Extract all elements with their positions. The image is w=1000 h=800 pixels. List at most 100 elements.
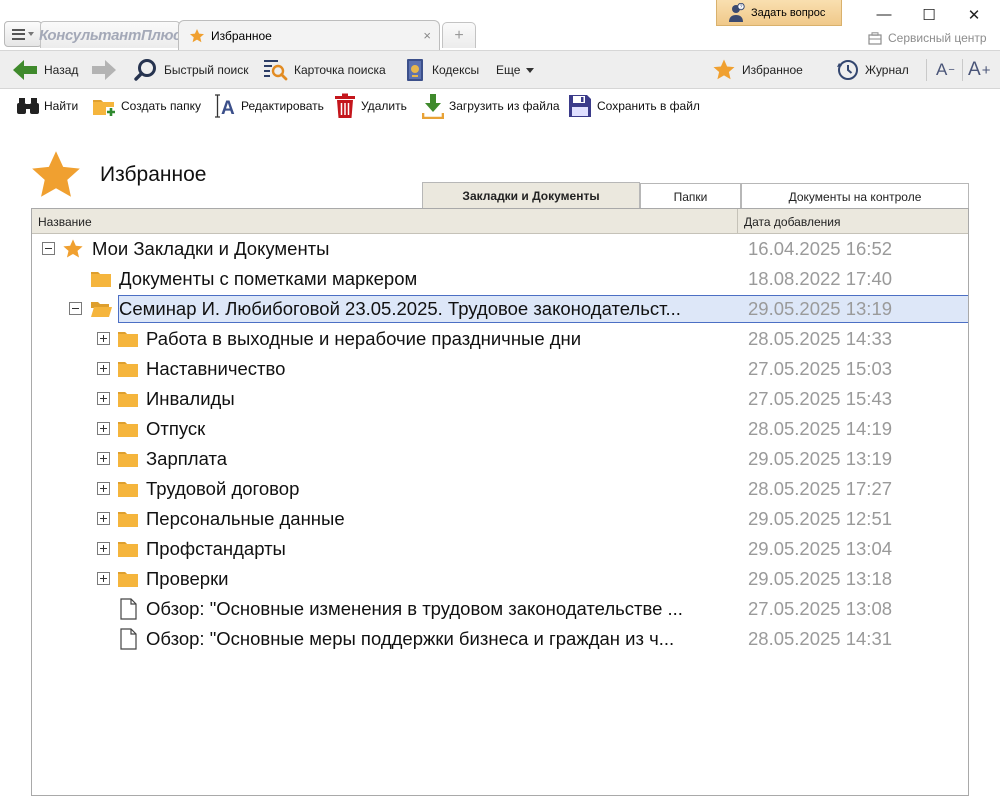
expand-toggle[interactable] [97, 542, 110, 555]
font-smaller-label: A [936, 60, 948, 79]
font-smaller-sign: − [948, 64, 955, 76]
tree-row[interactable]: Наставничество 27.05.2025 15:03 [32, 354, 968, 384]
find-button[interactable]: Найти [17, 89, 78, 123]
close-window-button[interactable]: ✕ [964, 6, 984, 24]
tree-item-date: 29.05.2025 13:19 [748, 298, 893, 319]
tree-row[interactable]: Персональные данные 29.05.2025 12:51 [32, 504, 968, 534]
font-larger-button[interactable]: A + [968, 51, 990, 89]
search-card-button[interactable]: Карточка поиска [263, 51, 386, 89]
tree-row[interactable]: Профстандарты 29.05.2025 13:04 [32, 534, 968, 564]
save-to-file-button[interactable]: Сохранить в файл [568, 89, 700, 123]
expand-toggle[interactable] [97, 362, 110, 375]
expand-toggle[interactable] [97, 332, 110, 345]
tab-bookmarks-documents[interactable]: Закладки и Документы [422, 182, 640, 209]
tree-row[interactable]: Трудовой договор 28.05.2025 17:27 [32, 474, 968, 504]
favorites-label: Избранное [742, 63, 803, 77]
more-menu-button[interactable]: Еще [496, 51, 535, 89]
tree-item-label: Отпуск [146, 418, 206, 439]
edit-label: Редактировать [241, 99, 324, 113]
hamburger-icon [12, 28, 25, 40]
folder-icon [118, 572, 138, 587]
more-label: Еще [496, 63, 521, 77]
tree-row[interactable]: Инвалиды 27.05.2025 15:43 [32, 384, 968, 414]
ask-question-button[interactable]: ? Задать вопрос [716, 0, 842, 26]
title-bar: КонсультантПлюс Избранное × + ? Задать в… [0, 0, 1000, 50]
tree-row[interactable]: Обзор: "Основные меры поддержки бизнеса … [32, 624, 968, 654]
chevron-down-icon [28, 32, 34, 36]
expand-toggle[interactable] [97, 452, 110, 465]
nav-toolbar: Назад Быстрый поиск Карточка поиска Коде… [0, 50, 1000, 89]
magnifier-icon [134, 59, 156, 81]
tree-row[interactable]: Отпуск 28.05.2025 14:19 [32, 414, 968, 444]
quick-search-button[interactable]: Быстрый поиск [134, 51, 248, 89]
new-folder-icon [93, 100, 116, 117]
delete-button[interactable]: Удалить [334, 89, 407, 123]
font-smaller-button[interactable]: A − [936, 51, 955, 89]
collapse-toggle[interactable] [42, 242, 55, 255]
journal-button[interactable]: Журнал [835, 51, 909, 89]
ask-question-label: Задать вопрос [751, 6, 826, 19]
maximize-button[interactable]: ☐ [919, 6, 939, 24]
favorites-button[interactable]: Избранное [712, 51, 803, 89]
folder-open-icon [91, 302, 112, 317]
download-arrow-icon [422, 94, 444, 119]
tree-item-label: Персональные данные [146, 508, 345, 529]
tree-item-label: Обзор: "Основные меры поддержки бизнеса … [146, 628, 675, 649]
chevron-down-icon [526, 67, 535, 73]
load-from-file-button[interactable]: Загрузить из файла [422, 89, 560, 123]
tab-favorites[interactable]: Избранное × [178, 20, 440, 50]
tree-item-date: 27.05.2025 13:08 [748, 598, 893, 619]
expand-toggle[interactable] [97, 392, 110, 405]
collapse-toggle[interactable] [69, 302, 82, 315]
delete-label: Удалить [361, 99, 407, 113]
tree-row[interactable]: Зарплата 29.05.2025 13:19 [32, 444, 968, 474]
tree-item-label: Профстандарты [146, 538, 286, 559]
tree-row[interactable]: Проверки 29.05.2025 13:18 [32, 564, 968, 594]
expand-toggle[interactable] [97, 512, 110, 525]
create-folder-button[interactable]: Создать папку [92, 89, 201, 123]
column-date-header[interactable]: Дата добавления [744, 215, 840, 229]
folder-icon [118, 482, 138, 497]
main-menu-button[interactable] [4, 21, 42, 47]
font-larger-label: A [968, 59, 981, 80]
star-icon [713, 59, 735, 80]
consultant-logo-tab[interactable]: КонсультантПлюс [39, 21, 181, 48]
tree-row[interactable]: Обзор: "Основные изменения в трудовом за… [32, 594, 968, 624]
service-center-link[interactable]: Сервисный центр [868, 31, 987, 45]
tree-item-date: 29.05.2025 12:51 [748, 508, 893, 529]
tree-row-selected[interactable]: Семинар И. Любибоговой 23.05.2025. Трудо… [32, 294, 968, 324]
column-header: Название Дата добавления [32, 209, 968, 234]
tab-controlled-documents[interactable]: Документы на контроле [741, 183, 969, 209]
folder-icon [118, 422, 138, 437]
minimize-button[interactable]: — [874, 6, 894, 23]
star-icon [63, 239, 83, 258]
font-larger-sign: + [981, 61, 991, 79]
tree-row[interactable]: Работа в выходные и нерабочие праздничны… [32, 324, 968, 354]
expand-toggle[interactable] [97, 482, 110, 495]
expand-toggle[interactable] [97, 572, 110, 585]
forward-button[interactable] [91, 51, 117, 89]
tree-row[interactable]: Мои Закладки и Документы 16.04.2025 16:5… [32, 234, 968, 264]
tree-item-label: Обзор: "Основные изменения в трудовом за… [146, 598, 683, 619]
close-tab-icon[interactable]: × [423, 28, 431, 43]
tree-item-date: 28.05.2025 17:27 [748, 478, 893, 499]
tree-item-date: 29.05.2025 13:04 [748, 538, 893, 559]
tree-item-label: Инвалиды [146, 388, 235, 409]
plus-icon: + [454, 26, 464, 44]
tab-folders[interactable]: Папки [640, 183, 741, 209]
codes-button[interactable]: Кодексы [404, 51, 479, 89]
back-button[interactable]: Назад [12, 51, 78, 89]
page-title: Избранное [100, 163, 207, 186]
column-divider[interactable] [737, 209, 738, 234]
floppy-disk-icon [569, 95, 591, 117]
favorites-tree-panel: Название Дата добавления Мои Закладки и … [31, 208, 969, 796]
column-name-header[interactable]: Название [38, 215, 92, 229]
tree-row[interactable]: Документы с пометками маркером 18.08.202… [32, 264, 968, 294]
favorites-large-star-icon [32, 151, 80, 197]
folder-icon [118, 452, 138, 467]
trash-icon [335, 93, 355, 118]
expand-toggle[interactable] [97, 422, 110, 435]
new-tab-button[interactable]: + [442, 22, 476, 48]
codes-label: Кодексы [432, 63, 480, 77]
edit-button[interactable]: A Редактировать [212, 89, 324, 123]
